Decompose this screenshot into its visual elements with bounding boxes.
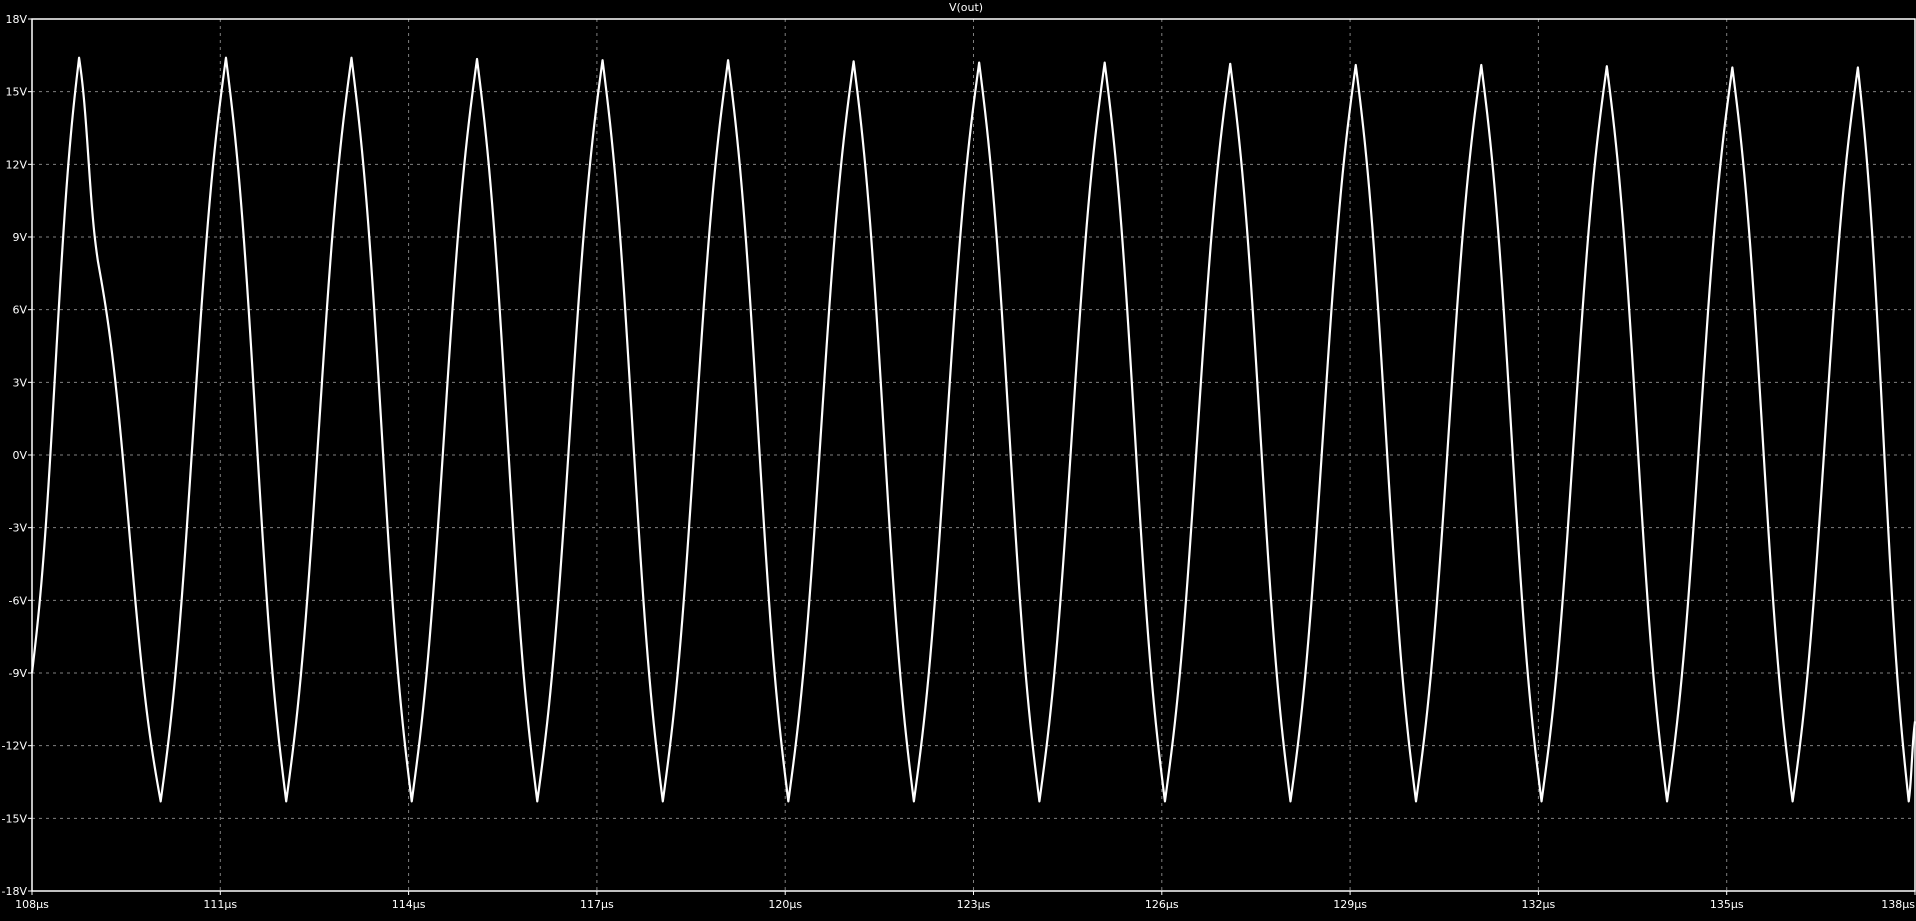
trace-point [78, 57, 80, 59]
x-tick-label: 111µs [203, 898, 237, 911]
trace-vout[interactable] [30, 56, 1916, 803]
trace-point [351, 57, 353, 59]
trace-point [1164, 801, 1166, 803]
y-tick-label: -12V [2, 740, 28, 753]
trace-point [1480, 64, 1482, 66]
trace-point [1229, 63, 1231, 65]
y-axis-ticks: 18V 15V 12V 9V 6V 3V 0V -3V -6V -9V -12V -15V -18V [2, 13, 32, 898]
x-tick-label: 138µs [1881, 898, 1915, 911]
y-tick-label: -3V [9, 522, 28, 535]
trace-point [913, 801, 915, 803]
trace-point [1541, 801, 1543, 803]
trace-point [788, 801, 790, 803]
x-tick-label: 117µs [580, 898, 614, 911]
x-tick-label: 123µs [957, 898, 991, 911]
y-tick-label: -18V [2, 885, 28, 898]
plot-window: V(out) 18V 15V 12V 9V 6V 3V 0V -3V -6V -9V -12V -15… [0, 0, 1916, 917]
trace-point [97, 260, 99, 262]
y-tick-label: 18V [5, 13, 27, 26]
trace-point [1415, 801, 1417, 803]
trace-point [1606, 65, 1608, 67]
trace-point [411, 801, 413, 803]
trace-point [1355, 64, 1357, 66]
y-tick-label: -6V [9, 594, 28, 607]
trace-point [1857, 67, 1859, 69]
y-tick-label: 12V [5, 158, 27, 171]
x-tick-label: 135µs [1710, 898, 1744, 911]
y-tick-label: -9V [9, 667, 28, 680]
grid-lines [32, 19, 1915, 891]
y-tick-label: 0V [12, 449, 27, 462]
trace-point [1792, 801, 1794, 803]
x-tick-label: 108µs [15, 898, 49, 911]
x-tick-label: 126µs [1145, 898, 1179, 911]
x-tick-label: 129µs [1333, 898, 1367, 911]
chart-title: V(out) [949, 1, 983, 14]
trace-point [1104, 62, 1106, 64]
trace-point [727, 59, 729, 61]
trace-point [536, 801, 538, 803]
trace-point [476, 58, 478, 60]
trace-point [1666, 801, 1668, 803]
x-tick-label: 120µs [768, 898, 802, 911]
trace-point [1039, 801, 1041, 803]
trace-point [978, 62, 980, 64]
y-tick-label: 9V [12, 231, 27, 244]
x-axis-ticks: 108µs 111µs 114µs 117µs 120µs 123µs 126µs 129µs… [15, 891, 1916, 911]
waveform-plot[interactable]: V(out) 18V 15V 12V 9V 6V 3V 0V -3V -6V -9V -12V -15… [0, 0, 1916, 917]
trace-point [1290, 801, 1292, 803]
trace-point [285, 801, 287, 803]
trace-point [1908, 801, 1910, 803]
y-tick-label: 3V [12, 376, 27, 389]
x-tick-label: 132µs [1522, 898, 1556, 911]
trace-point [160, 801, 162, 803]
y-tick-label: 15V [5, 86, 27, 99]
y-tick-label: -15V [2, 812, 28, 825]
trace-point [225, 57, 227, 59]
trace-point [602, 59, 604, 61]
x-tick-label: 114µs [392, 898, 426, 911]
trace-point [853, 61, 855, 63]
trace-point [662, 801, 664, 803]
y-tick-label: 6V [12, 304, 27, 317]
trace-point [1732, 67, 1734, 69]
